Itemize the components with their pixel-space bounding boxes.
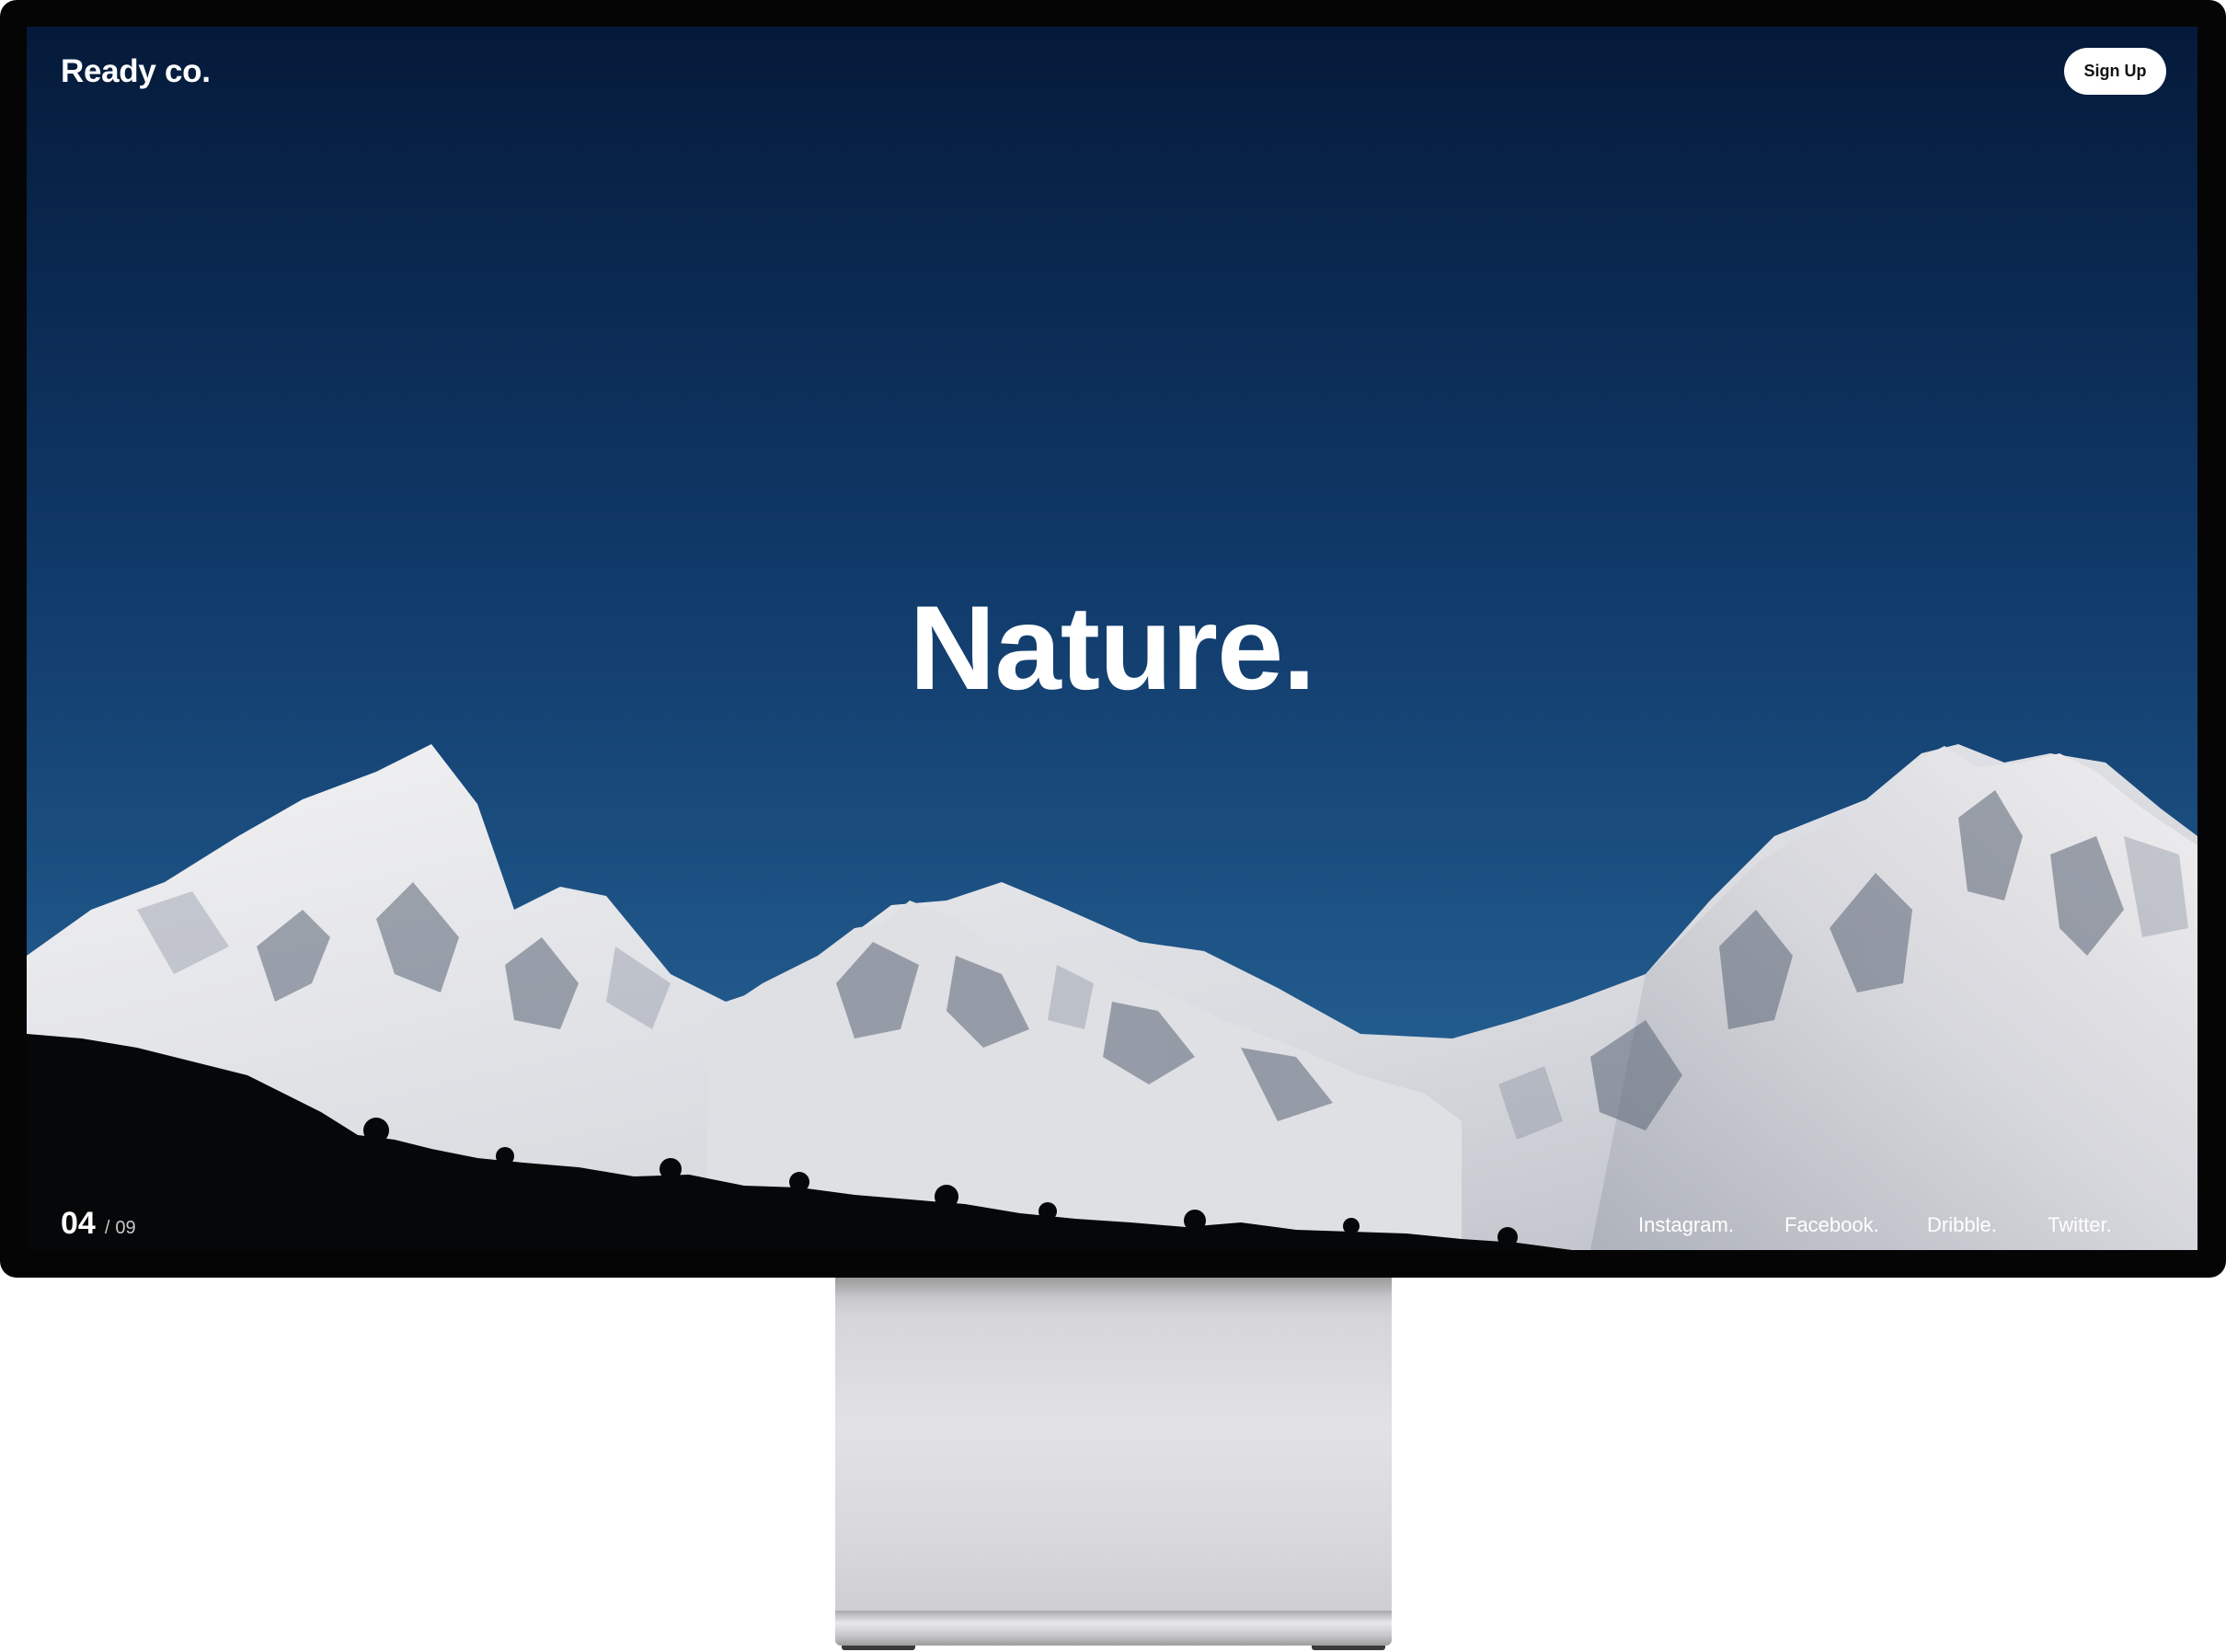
social-link-dribble[interactable]: Dribble. <box>1927 1213 1997 1237</box>
social-link-instagram[interactable]: Instagram. <box>1638 1213 1734 1237</box>
brand-logo[interactable]: Ready co. <box>61 53 211 90</box>
stand-foot-left <box>842 1646 915 1650</box>
stand-foot-right <box>1312 1646 1385 1650</box>
screen: Ready co. Sign Up Nature. 04 / 09 Instag… <box>27 27 2197 1250</box>
social-link-twitter[interactable]: Twitter. <box>2048 1213 2112 1237</box>
display-mockup: Ready co. Sign Up Nature. 04 / 09 Instag… <box>0 0 2226 1652</box>
sign-up-button[interactable]: Sign Up <box>2064 48 2166 95</box>
monitor-stand <box>835 1278 1392 1611</box>
slide-pager: 04 / 09 <box>61 1206 136 1242</box>
social-link-facebook[interactable]: Facebook. <box>1784 1213 1879 1237</box>
stand-shadow <box>835 1278 1392 1298</box>
stand-base <box>835 1611 1392 1646</box>
monitor-frame: Ready co. Sign Up Nature. 04 / 09 Instag… <box>0 0 2226 1278</box>
hero-title: Nature. <box>909 580 1316 715</box>
current-slide-number: 04 <box>61 1206 96 1241</box>
pager-separator: / <box>104 1218 110 1238</box>
total-slide-count: 09 <box>115 1218 136 1238</box>
